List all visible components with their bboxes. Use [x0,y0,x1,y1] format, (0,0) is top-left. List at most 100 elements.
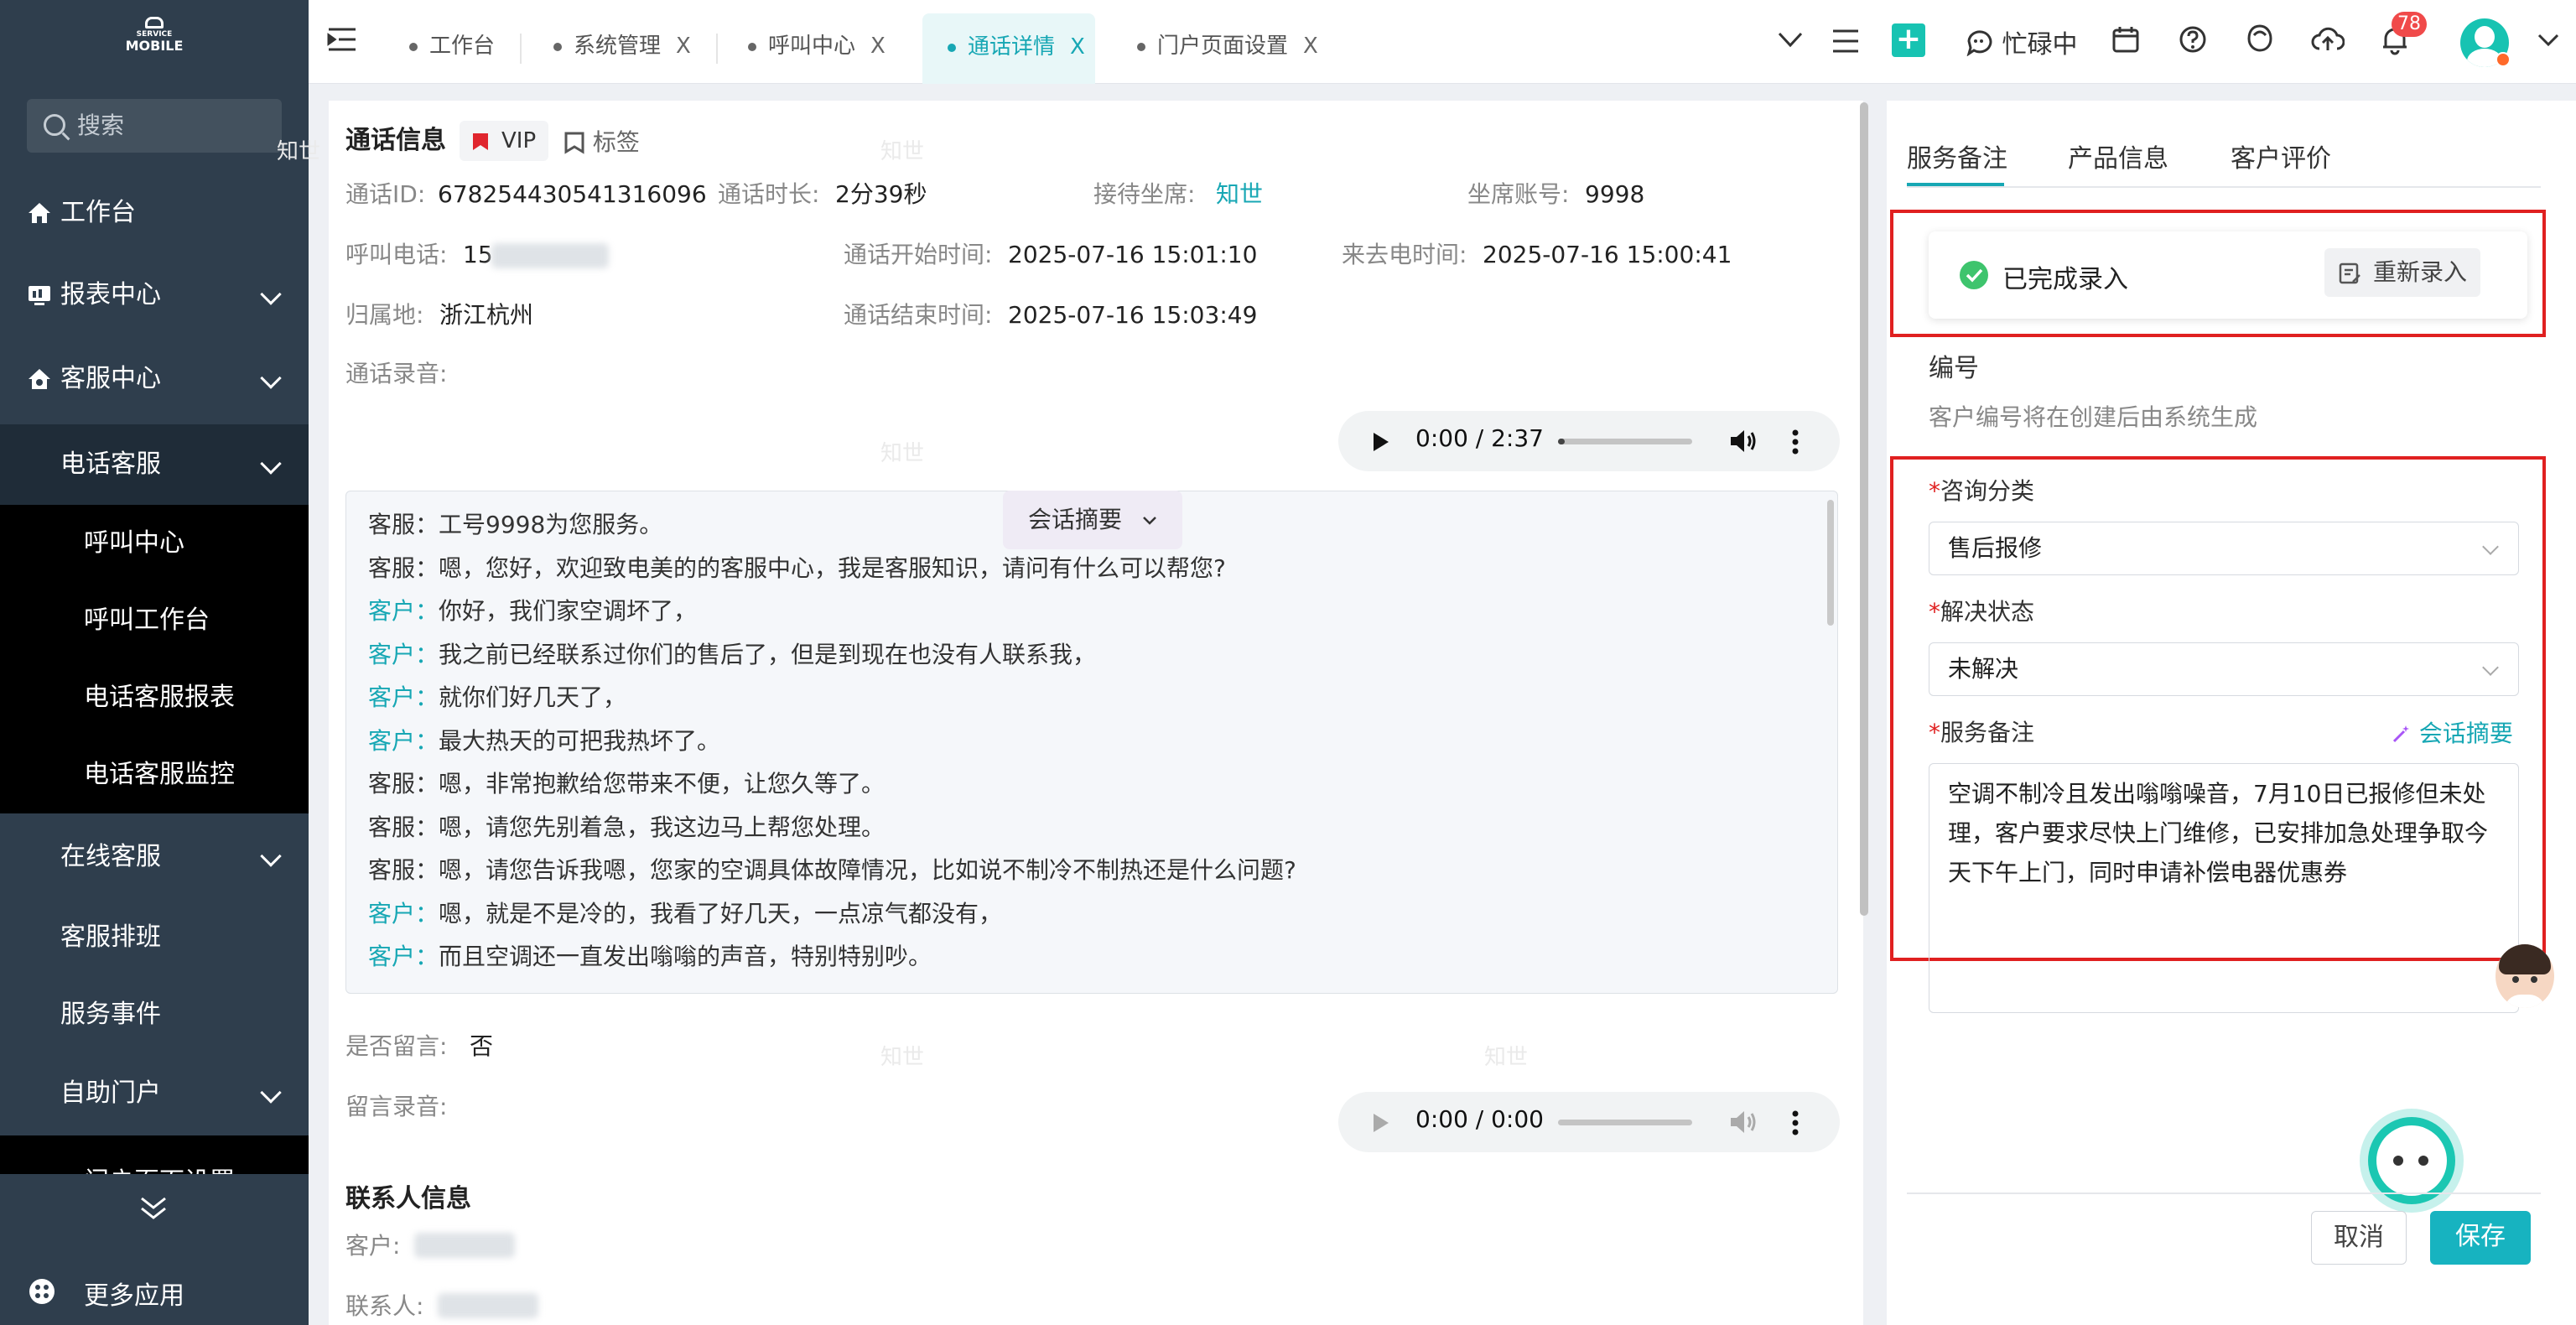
close-icon[interactable]: X [1070,34,1085,60]
sidebar-item-scheduling[interactable]: 客服排班 [0,897,309,978]
note-summary-link[interactable]: 会话摘要 [2392,716,2513,751]
add-icon[interactable]: + [1892,23,1925,57]
resolve-label-text: 解决状态 [1940,598,2035,626]
sidebar-item-phone-service[interactable]: 电话客服 [0,424,309,505]
tab-label: 工作台 [429,34,496,59]
category-select[interactable]: 售后报修 [1929,522,2519,575]
vip-badge[interactable]: VIP [460,121,548,161]
sidebar-item-workbench[interactable]: 工作台 [0,173,309,253]
floating-bot-button[interactable] [2368,1117,2455,1204]
sidebar-item-self-portal[interactable]: 自助门户 [0,1053,309,1134]
sidebar-item-call-workbench[interactable]: 呼叫工作台 [0,582,309,659]
cancel-button[interactable]: 取消 [2311,1211,2407,1265]
agent-status-dropdown[interactable]: 忙碌中 [1966,23,2078,60]
tab-dot [409,42,418,51]
transcript-line: 客服：嗯，非常抱歉给您带来不便，让您久等了。 [368,766,885,799]
resolve-status-select[interactable]: 未解决 [1929,642,2519,696]
chat-status-icon [1966,30,1992,57]
call-id-value: 678254430541316096 [438,180,707,208]
sidebar-item-phone-monitor[interactable]: 电话客服监控 [0,736,309,813]
chevron-down-icon[interactable] [1778,32,1803,49]
tab-system-management[interactable]: 系统管理 X [553,0,721,84]
more-apps-button[interactable]: 更多应用 [0,1266,309,1317]
tag-button[interactable]: 标签 [564,122,640,163]
chevron-down-icon[interactable] [2537,34,2559,47]
double-chevron-down-icon[interactable] [139,1196,168,1221]
main-scrollbar[interactable] [1860,102,1868,916]
tag-icon [564,132,584,154]
sidebar-item-service-center[interactable]: 客服中心 [0,339,309,419]
sidebar-item-call-center[interactable]: 呼叫中心 [0,505,309,582]
cloud-upload-icon[interactable] [2311,25,2345,54]
tag-label: 标签 [592,128,640,156]
transcript-line: 客服：工号9998为您服务。 [368,507,662,540]
transcript-text: 嗯，请您告诉我嗯，您家的空调具体故障情况，比如说不制冷不制热还是什么问题? [439,856,1296,884]
watermark: 知世 [277,139,321,164]
transcript-text: 嗯，您好，欢迎致电美的的客服中心，我是客服知识，请问有什么可以帮您? [439,553,1226,582]
tab-product-info[interactable]: 产品信息 [2068,138,2168,174]
close-icon[interactable]: X [870,34,886,59]
sidebar-item-reports[interactable]: 报表中心 [0,255,309,335]
agent-status-label: 忙碌中 [2002,30,2078,60]
calendar-icon[interactable] [2111,25,2140,54]
save-button[interactable]: 保存 [2430,1211,2531,1265]
transcript-line: 客户：嗯，就是不是冷的，我看了好几天，一点凉气都没有， [368,896,1002,929]
sidebar-item-portal-settings[interactable]: 门户页面设置 [0,1135,309,1174]
close-icon[interactable]: X [676,34,691,59]
help-icon[interactable] [2179,25,2207,54]
contact-customer-label: 客户: [345,1232,401,1260]
menu-fold-icon[interactable] [327,27,357,52]
summary-toggle-button[interactable]: 会话摘要 [1003,491,1182,549]
category-label: *咨询分类 [1929,475,2034,508]
close-icon[interactable]: X [1303,34,1318,59]
transcript-speaker: 客户： [368,597,439,625]
sidebar-footer: 更多应用 [0,1174,309,1325]
more-vertical-icon[interactable] [1791,1110,1800,1135]
agent-value[interactable]: 知世 [1216,178,1263,211]
tab-portal-settings[interactable]: 门户页面设置 X [1137,0,1338,84]
list-icon[interactable] [1831,29,1860,54]
assistant-avatar[interactable] [2496,944,2554,1008]
tab-workbench[interactable]: 工作台 [409,0,520,84]
tab-dot [1137,42,1145,51]
sidebar-item-phone-reports[interactable]: 电话客服报表 [0,659,309,736]
end-time-label: 通话结束时间: [844,301,993,329]
service-note-textarea[interactable]: 空调不制冷且发出嗡嗡噪音，7月10日已报修但未处理，客户要求尽快上门维修，已安排… [1929,763,2519,1013]
transcript-line: 客户：最大热天的可把我热坏了。 [368,723,720,756]
sidebar-item-label: 服务事件 [60,1000,161,1029]
category-label-text: 咨询分类 [1940,477,2035,505]
transcript-speaker: 客服： [368,553,439,582]
voicemail-recording-label: 留言录音: [345,1093,448,1120]
play-icon[interactable] [1372,431,1390,453]
transcript-speaker: 客户： [368,640,439,668]
sidebar-item-online-service[interactable]: 在线客服 [0,817,309,897]
chevron-down-icon [260,283,282,305]
logo-line2: MOBILE [125,38,184,54]
note-label: *服务备注 [1929,716,2034,750]
sidebar-item-service-events[interactable]: 服务事件 [0,974,309,1055]
vip-label: VIP [501,128,537,153]
phone-value: 15 [463,241,493,268]
bookmark-icon [473,133,488,150]
audio-progress-fill [1558,439,1565,444]
volume-icon[interactable] [1729,428,1758,455]
sidebar-item-label: 电话客服 [60,449,161,479]
number-hint: 客户编号将在创建后由系统生成 [1929,403,2258,431]
skin-icon[interactable] [2246,23,2274,54]
voicemail-flag-label: 是否留言: [345,1032,448,1060]
tab-customer-review[interactable]: 客户评价 [2231,138,2331,174]
transcript-scrollbar[interactable] [1827,500,1834,626]
required-mark: * [1929,719,1940,746]
tab-call-center[interactable]: 呼叫中心 X [748,0,916,84]
transcript-speaker: 客户： [368,899,439,928]
more-vertical-icon[interactable] [1791,429,1800,455]
transcript-panel[interactable]: 客服：工号9998为您服务。客服：嗯，您好，欢迎致电美的的客服中心，我是客服知识… [345,491,1838,994]
transcript-text: 工号9998为您服务。 [439,511,663,538]
tab-service-note[interactable]: 服务备注 [1907,138,2007,174]
tab-call-details[interactable]: 通话详情 X [922,13,1095,84]
transcript-text: 嗯，非常抱歉给您带来不便，让您久等了。 [439,770,886,798]
audio-progress-track[interactable] [1558,439,1692,444]
sidebar-search-input[interactable]: 搜索 [27,99,282,153]
reenter-button[interactable]: 重新录入 [2324,248,2480,297]
logo-icon [145,17,164,29]
